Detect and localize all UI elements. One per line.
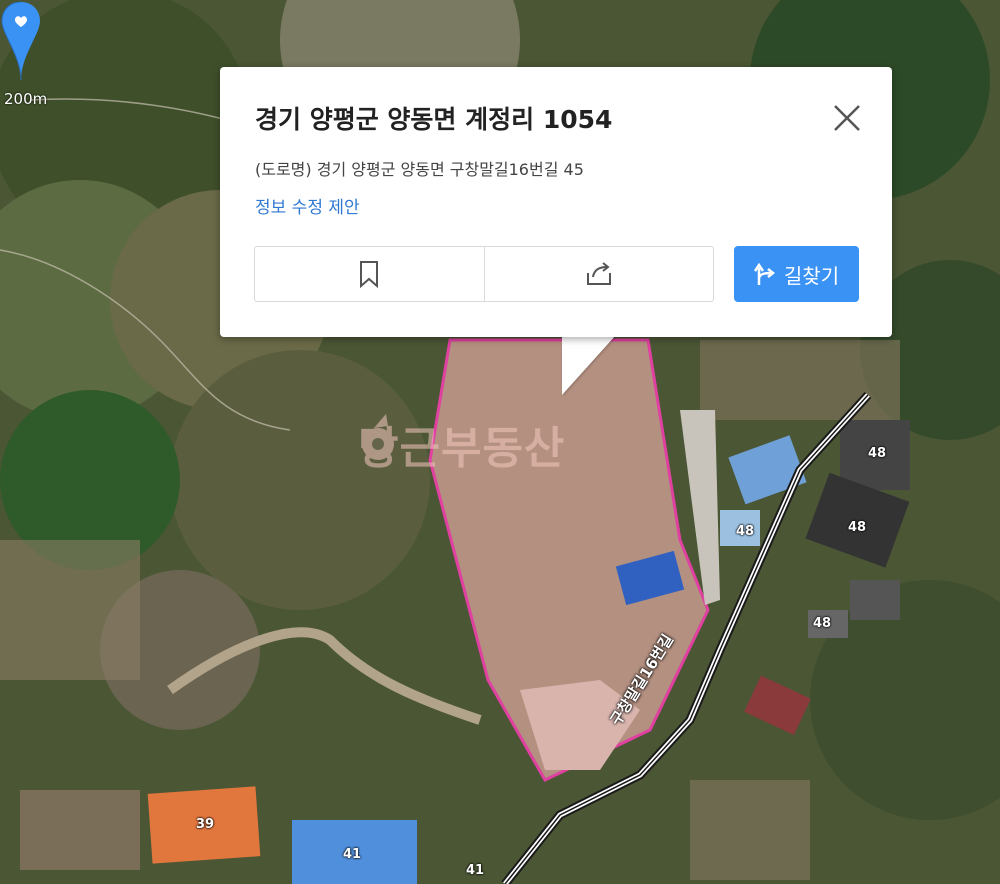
building-number: 48 bbox=[868, 446, 887, 461]
route-icon bbox=[753, 262, 775, 285]
building-number: 48 bbox=[848, 520, 867, 535]
watermark-logo-icon bbox=[362, 414, 394, 460]
directions-label: 길찾기 bbox=[783, 263, 840, 288]
place-title: 경기 양평군 양동면 계정리 1054 bbox=[255, 105, 613, 134]
watermark: 당근부동산 bbox=[358, 412, 565, 476]
bookmark-icon bbox=[360, 261, 379, 288]
building-number: 39 bbox=[196, 817, 215, 832]
road-address: (도로명) 경기 양평군 양동면 구창말길16번길 45 bbox=[255, 160, 584, 179]
popup-pointer bbox=[562, 335, 616, 395]
edit-suggestion-link[interactable]: 정보 수정 제안 bbox=[255, 193, 360, 218]
share-button[interactable] bbox=[483, 247, 714, 301]
bookmark-button[interactable] bbox=[255, 247, 484, 301]
building-number: 41 bbox=[343, 847, 362, 862]
building-number: 41 bbox=[466, 863, 485, 878]
building-number: 48 bbox=[813, 616, 832, 631]
scale-label: 200m bbox=[4, 90, 48, 108]
building-number: 48 bbox=[736, 524, 755, 539]
close-icon[interactable] bbox=[830, 101, 864, 135]
place-info-popup: 경기 양평군 양동면 계정리 1054 (도로명) 경기 양평군 양동면 구창말… bbox=[220, 67, 892, 337]
action-button-group bbox=[254, 246, 714, 302]
share-icon bbox=[586, 262, 611, 285]
directions-button[interactable]: 길찾기 bbox=[734, 246, 859, 302]
location-marker-icon[interactable] bbox=[0, 0, 42, 82]
